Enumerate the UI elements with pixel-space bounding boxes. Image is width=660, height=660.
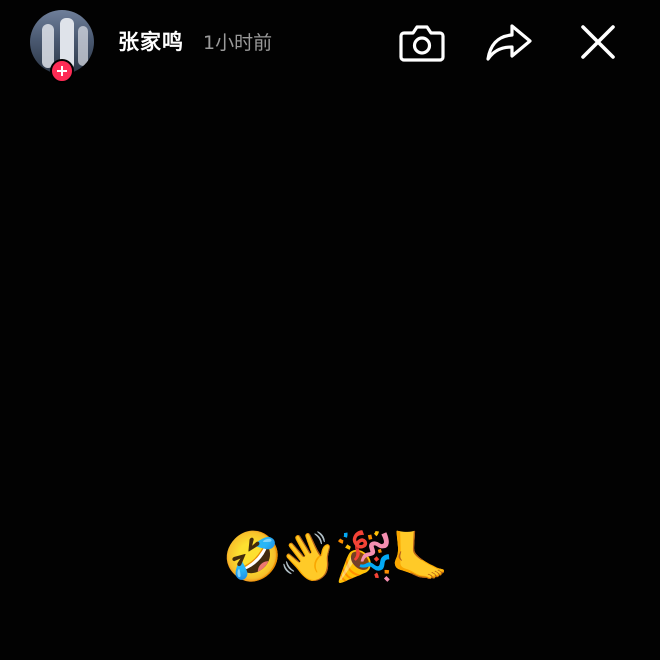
story-header: 张家鸣 1小时前 <box>0 0 660 90</box>
close-icon <box>581 25 615 59</box>
camera-icon <box>399 25 445 62</box>
story-screen: 张家鸣 1小时前 🤣👋🎉🦶 <box>0 0 660 660</box>
share-icon <box>486 24 532 61</box>
avatar-figure-right <box>78 26 88 66</box>
emoji-caption: 🤣👋🎉🦶 <box>222 529 449 585</box>
close-button[interactable] <box>572 16 624 68</box>
avatar-figure-left <box>42 24 54 68</box>
timestamp: 1小时前 <box>203 32 273 54</box>
share-button[interactable] <box>483 16 535 68</box>
username[interactable]: 张家鸣 <box>118 26 184 56</box>
follow-plus-icon[interactable] <box>50 59 74 83</box>
camera-button[interactable] <box>396 16 448 68</box>
